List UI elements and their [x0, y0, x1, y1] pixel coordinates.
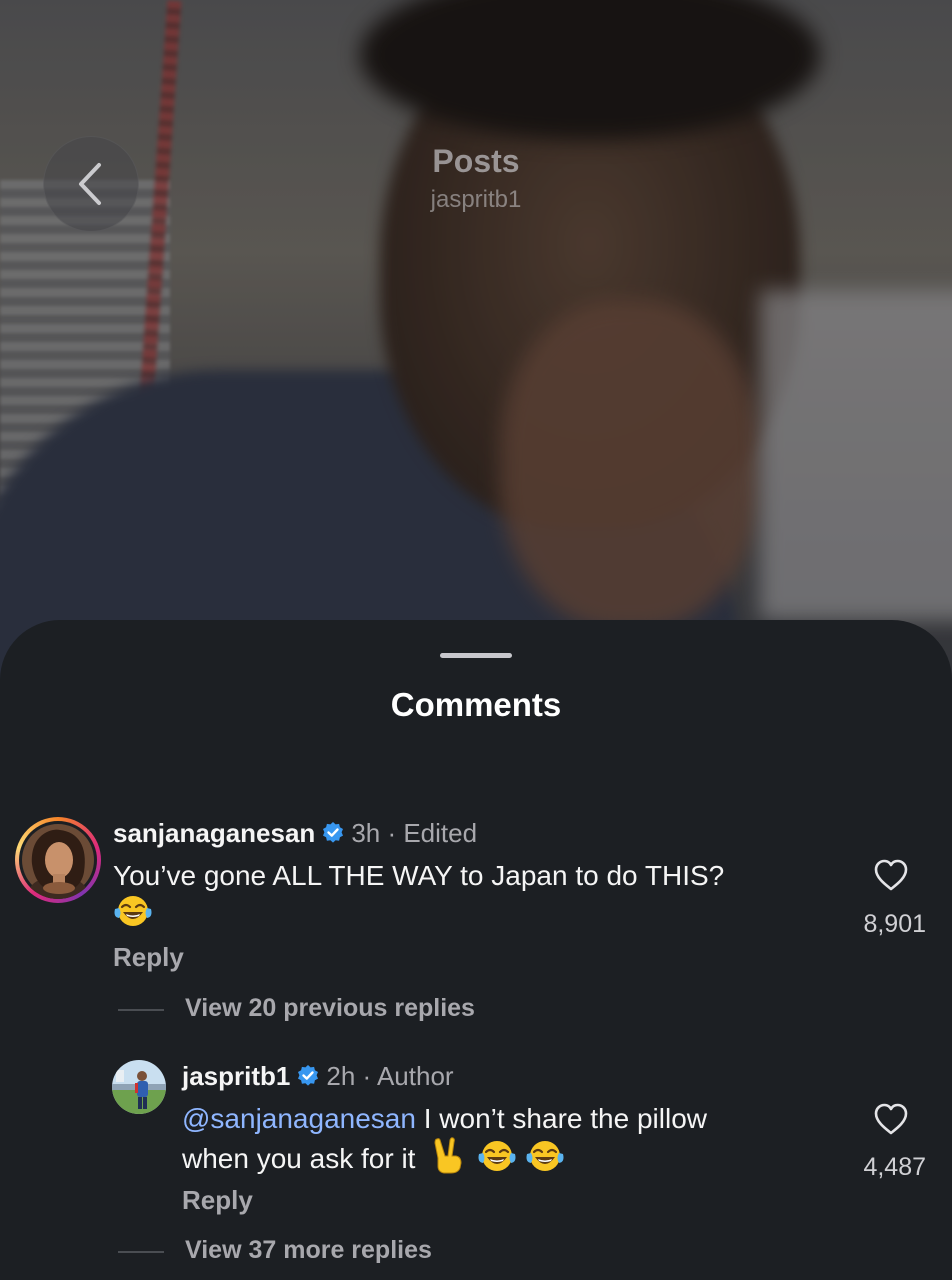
comment-header: sanjanaganesan 3h · Edited [113, 818, 478, 848]
comment-time: 3h [351, 818, 381, 848]
like-heart-icon[interactable] [873, 858, 909, 892]
face-with-tears-of-joy-icon [478, 1141, 516, 1171]
back-button[interactable] [43, 136, 139, 232]
avatar-story-ring[interactable] [15, 817, 101, 903]
view-previous-replies-button[interactable]: View 20 previous replies [185, 994, 475, 1023]
comment-text: You’ve gone ALL THE WAY to Japan to do T… [113, 859, 813, 931]
reply-username[interactable]: jaspritb1 [182, 1061, 290, 1091]
face-with-tears-of-joy-icon [526, 1141, 564, 1171]
nav-title: Posts [432, 143, 520, 179]
reply-time: 2h [326, 1061, 356, 1091]
author-label: Author [376, 1061, 454, 1091]
replies-divider [118, 1009, 164, 1011]
reply-button[interactable]: Reply [182, 1185, 253, 1216]
like-count: 8,901 [863, 910, 926, 938]
sheet-title: Comments [390, 686, 562, 723]
post-video-background [0, 0, 952, 720]
reply-button[interactable]: Reply [113, 942, 184, 973]
avatar[interactable] [112, 1060, 166, 1114]
reply-header: jaspritb1 2h · Author [182, 1061, 454, 1091]
face-with-tears-of-joy-icon [114, 896, 152, 926]
replies-divider [118, 1251, 164, 1253]
reply-text: @sanjanaganesan I won’t share the pillow… [182, 1103, 707, 1174]
chevron-left-icon [79, 163, 101, 205]
avatar [22, 824, 94, 899]
like-heart-icon[interactable] [873, 1102, 909, 1136]
mention-link[interactable]: @sanjanaganesan [182, 1103, 416, 1134]
comment-edited-label: Edited [403, 818, 478, 848]
sheet-grabber-handle[interactable] [440, 653, 512, 658]
like-count: 4,487 [863, 1153, 926, 1181]
victory-hand-icon [434, 1137, 462, 1174]
comments-sheet: Comments sanjanaganesan 3h · Edited You’v… [0, 620, 952, 1280]
comment-username[interactable]: sanjanaganesan [113, 818, 315, 848]
verified-badge-icon [323, 822, 344, 843]
verified-badge-icon [298, 1065, 319, 1086]
view-more-replies-button[interactable]: View 37 more replies [185, 1236, 432, 1265]
nav-subtitle: jaspritb1 [430, 186, 522, 213]
